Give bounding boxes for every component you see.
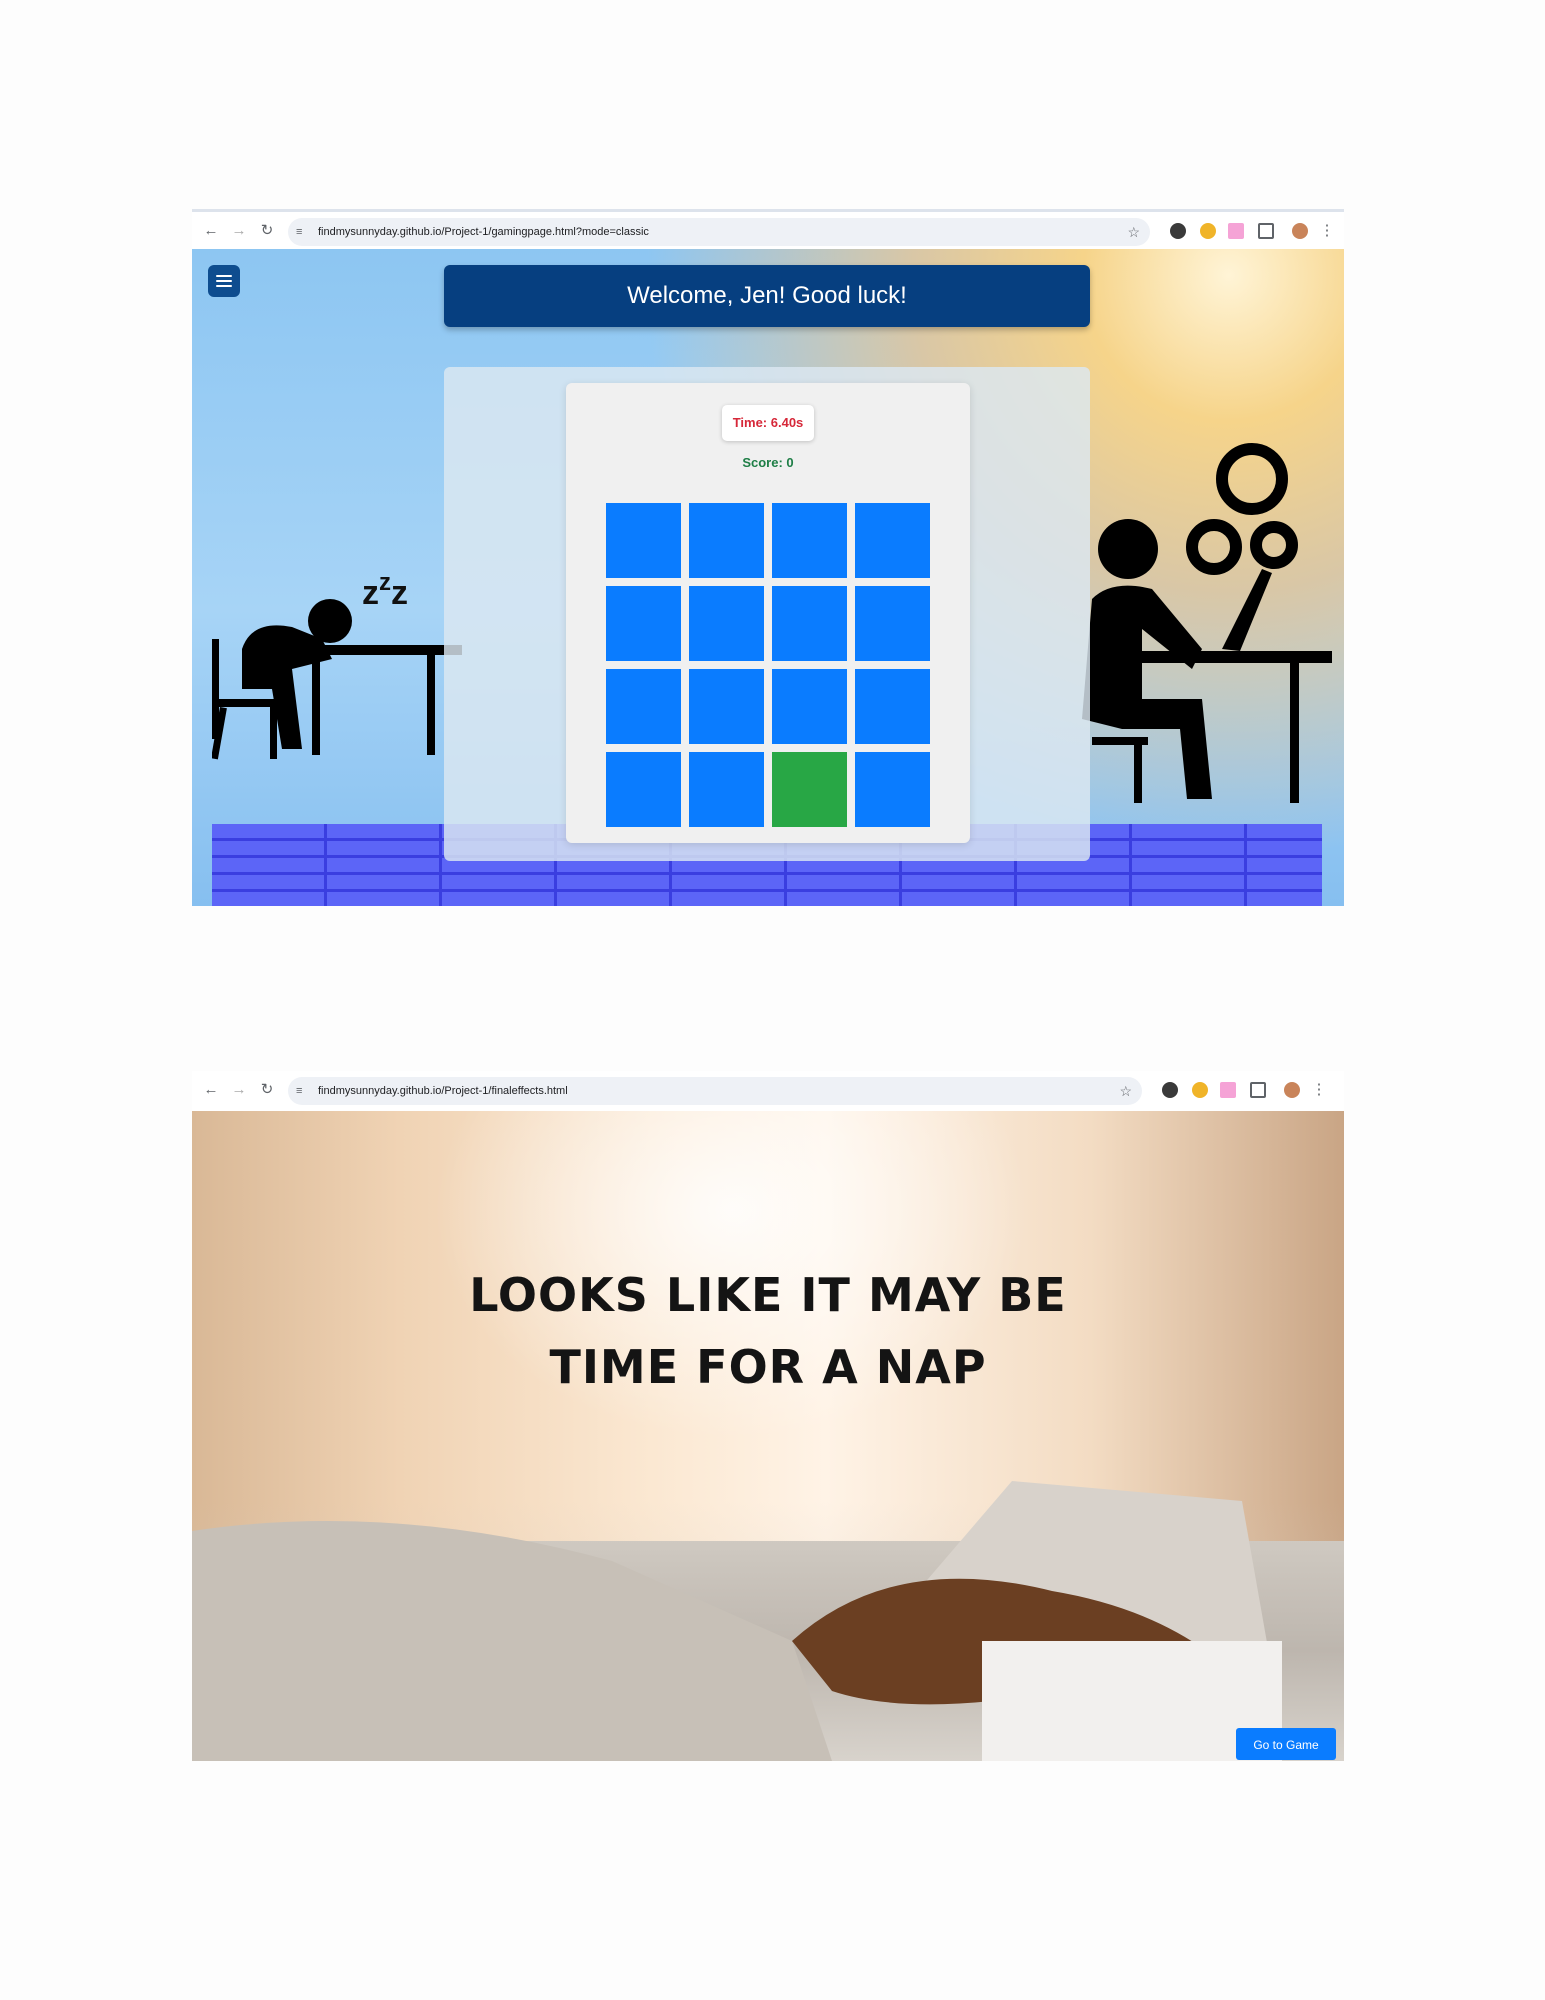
working-person-icon [1082, 443, 1332, 803]
extension-pencil-icon[interactable] [1192, 1082, 1208, 1098]
memory-card[interactable] [689, 669, 764, 744]
forward-icon[interactable]: → [228, 220, 250, 242]
memory-card[interactable] [855, 503, 930, 578]
site-settings-icon[interactable]: ≡ [296, 222, 314, 242]
menu-button[interactable] [208, 265, 240, 297]
extension-dark-icon[interactable] [1162, 1082, 1178, 1098]
timer-display: Time: 6.40s [722, 405, 814, 441]
card-grid [606, 503, 930, 827]
extensions-puzzle-icon[interactable] [1250, 1082, 1266, 1098]
memory-card[interactable] [855, 669, 930, 744]
gaming-page: zzz Welcome, Jen! Good luck! Time: 6.40s… [192, 249, 1344, 906]
memory-card[interactable] [606, 586, 681, 661]
extension-pink-icon[interactable] [1228, 223, 1244, 239]
sleeping-person-icon [212, 599, 462, 760]
game-container: Time: 6.40s Score: 0 [444, 367, 1090, 861]
address-bar[interactable]: ≡ findmysunnyday.github.io/Project-1/gam… [288, 218, 1150, 246]
score-display: Score: 0 [742, 455, 794, 470]
nap-page: LOOKS LIKE IT MAY BE TIME FOR A NAP Go t… [192, 1111, 1344, 1761]
back-icon[interactable]: ← [200, 220, 222, 242]
memory-card[interactable] [689, 503, 764, 578]
menu-icon [216, 275, 232, 277]
back-icon[interactable]: ← [200, 1079, 222, 1101]
memory-card[interactable] [772, 503, 847, 578]
forward-icon[interactable]: → [228, 1079, 250, 1101]
sleeping-woman-photo [192, 1481, 1282, 1761]
extension-pencil-icon[interactable] [1200, 223, 1216, 239]
bookmark-star-icon[interactable]: ☆ [1127, 218, 1140, 246]
welcome-banner: Welcome, Jen! Good luck! [444, 265, 1090, 327]
memory-card-matched[interactable] [772, 752, 847, 827]
reload-icon[interactable]: ↻ [256, 1079, 278, 1101]
memory-card[interactable] [772, 586, 847, 661]
screenshot-gaming-page: ← → ↻ ≡ findmysunnyday.github.io/Project… [192, 209, 1344, 906]
more-menu-icon[interactable]: ⋮ [1316, 220, 1338, 242]
memory-card[interactable] [772, 669, 847, 744]
bookmark-star-icon[interactable]: ☆ [1119, 1077, 1132, 1105]
nap-headline: LOOKS LIKE IT MAY BE TIME FOR A NAP [192, 1259, 1344, 1403]
memory-card[interactable] [689, 586, 764, 661]
zzz-icon: zzz [362, 569, 408, 612]
url-text: findmysunnyday.github.io/Project-1/final… [318, 1085, 568, 1097]
gears-icon [1186, 443, 1298, 575]
nap-headline-line2: TIME FOR A NAP [549, 1340, 987, 1394]
extensions-puzzle-icon[interactable] [1258, 223, 1274, 239]
browser-toolbar: ← → ↻ ≡ findmysunnyday.github.io/Project… [192, 1071, 1344, 1111]
avatar[interactable] [1284, 1082, 1300, 1098]
memory-card[interactable] [606, 669, 681, 744]
more-menu-icon[interactable]: ⋮ [1308, 1079, 1330, 1101]
reload-icon[interactable]: ↻ [256, 220, 278, 242]
memory-card[interactable] [606, 503, 681, 578]
url-text: findmysunnyday.github.io/Project-1/gamin… [318, 226, 649, 238]
memory-card[interactable] [689, 752, 764, 827]
memory-card[interactable] [855, 752, 930, 827]
avatar[interactable] [1292, 223, 1308, 239]
extension-pink-icon[interactable] [1220, 1082, 1236, 1098]
memory-card[interactable] [606, 752, 681, 827]
extension-dark-icon[interactable] [1170, 223, 1186, 239]
screenshot-final-effects-page: ← → ↻ ≡ findmysunnyday.github.io/Project… [192, 1071, 1344, 1761]
game-board: Time: 6.40s Score: 0 [566, 383, 970, 843]
memory-card[interactable] [855, 586, 930, 661]
nap-headline-line1: LOOKS LIKE IT MAY BE [469, 1268, 1067, 1322]
browser-toolbar: ← → ↻ ≡ findmysunnyday.github.io/Project… [192, 209, 1344, 249]
go-to-game-button[interactable]: Go to Game [1236, 1728, 1336, 1760]
site-settings-icon[interactable]: ≡ [296, 1081, 314, 1101]
address-bar[interactable]: ≡ findmysunnyday.github.io/Project-1/fin… [288, 1077, 1142, 1105]
